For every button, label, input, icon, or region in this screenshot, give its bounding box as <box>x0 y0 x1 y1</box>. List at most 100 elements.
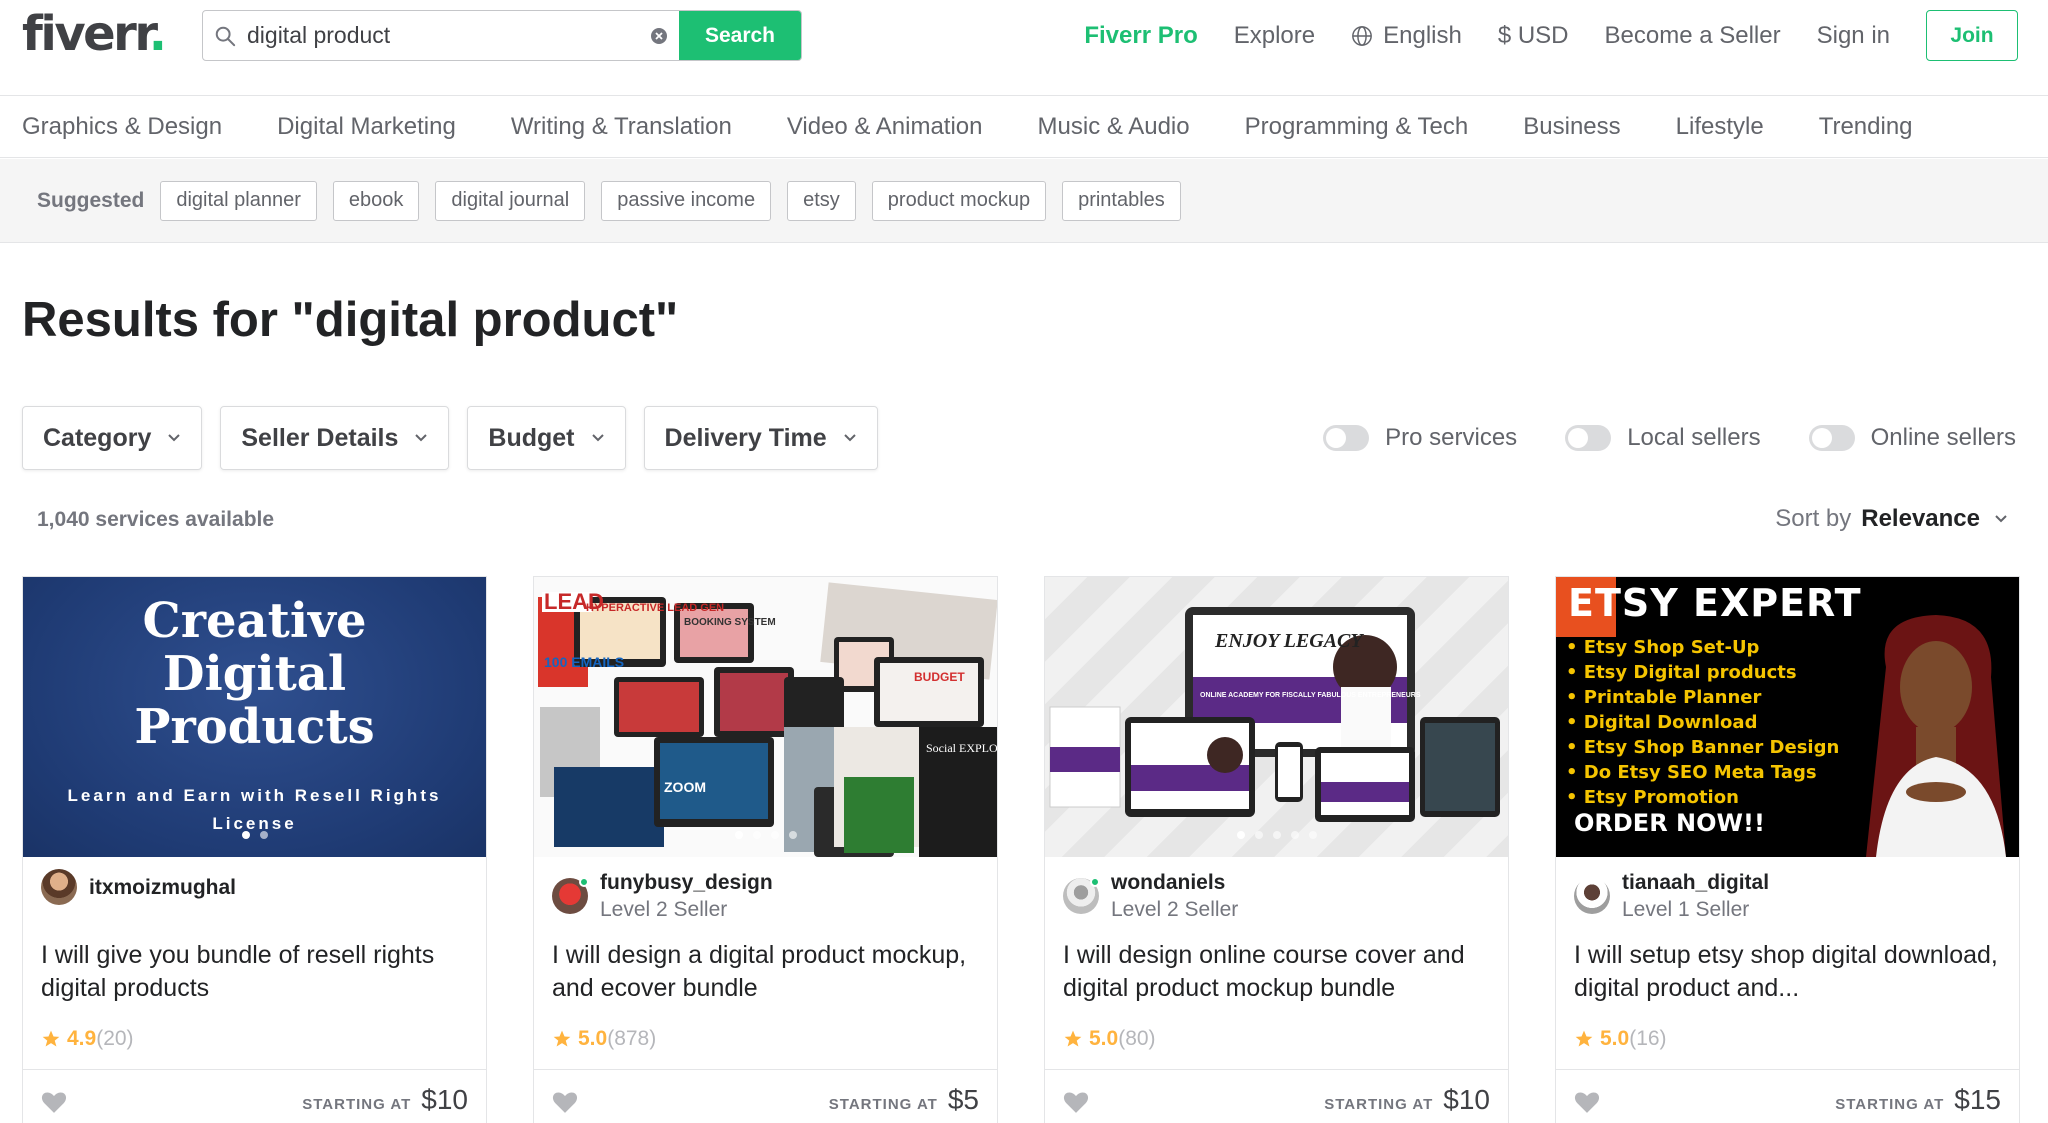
avatar[interactable] <box>1063 877 1100 914</box>
toggle-label: Online sellers <box>1870 424 2016 451</box>
gig-title[interactable]: I will design a digital product mockup, … <box>552 939 982 1005</box>
gig-image[interactable]: LEAD HYPERACTIVE LEAD GEN BOOKING SYSTEM… <box>534 577 997 857</box>
category-graphics-design[interactable]: Graphics & Design <box>22 113 222 141</box>
gig-title[interactable]: I will setup etsy shop digital download,… <box>1574 939 2004 1005</box>
carousel-dots[interactable] <box>23 831 486 839</box>
filter-delivery-time[interactable]: Delivery Time <box>643 406 878 470</box>
category-programming-tech[interactable]: Programming & Tech <box>1245 113 1469 141</box>
heart-icon[interactable] <box>41 1090 67 1114</box>
review-count: (80) <box>1118 1027 1156 1050</box>
gig-title[interactable]: I will design online course cover and di… <box>1063 939 1493 1005</box>
avatar[interactable] <box>41 869 77 905</box>
image-cta: ORDER NOW!! <box>1574 809 1765 837</box>
gig-card[interactable]: ETSY EXPERT • Etsy Shop Set-Up • Etsy Di… <box>1555 576 2020 1123</box>
mockup-text: ENJOY LEGACY <box>1214 630 1364 652</box>
suggested-chip[interactable]: etsy <box>787 180 856 221</box>
star-icon <box>1575 1030 1593 1047</box>
toggle-local-sellers[interactable]: Local sellers <box>1565 424 1761 452</box>
suggested-chip[interactable]: passive income <box>601 180 772 221</box>
fiverr-logo[interactable]: fiverr. <box>22 6 167 62</box>
gig-price[interactable]: STARTING AT $5 <box>829 1084 979 1116</box>
mockup-text: 100 EMAILS <box>544 654 624 670</box>
nav-currency[interactable]: $ USD <box>1498 22 1569 50</box>
carousel-dots[interactable] <box>1045 831 1508 839</box>
category-music-audio[interactable]: Music & Audio <box>1038 113 1190 141</box>
suggested-chip[interactable]: product mockup <box>871 180 1047 221</box>
suggested-chip[interactable]: digital journal <box>435 180 586 221</box>
price-amount: $10 <box>421 1084 468 1115</box>
toggle-online-sellers[interactable]: Online sellers <box>1808 424 2016 452</box>
search-input[interactable] <box>247 11 639 60</box>
mockup-text: BUDGET <box>914 670 965 684</box>
gig-title[interactable]: I will give you bundle of resell rights … <box>41 939 471 1005</box>
mockup-text: HYPERACTIVE LEAD GEN <box>586 602 724 614</box>
gig-card[interactable]: Creative Digital Products Learn and Earn… <box>22 576 487 1123</box>
heart-icon[interactable] <box>552 1090 578 1114</box>
seller-name[interactable]: funybusy_design <box>600 869 773 896</box>
seller-info[interactable]: tianaah_digital Level 1 Seller <box>1574 869 1769 923</box>
rating-value: 5.0 <box>1600 1027 1630 1050</box>
seller-name[interactable]: wondaniels <box>1111 869 1238 896</box>
suggested-chip[interactable]: printables <box>1062 180 1181 221</box>
suggested-chip[interactable]: ebook <box>332 180 420 221</box>
toggle-switch[interactable] <box>1323 425 1370 451</box>
seller-info[interactable]: itxmoizmughal <box>41 869 236 905</box>
gig-rating: 5.0 (80) <box>1063 1027 1156 1051</box>
seller-photo <box>1866 615 2006 857</box>
gig-price[interactable]: STARTING AT $15 <box>1835 1084 2001 1116</box>
category-video-animation[interactable]: Video & Animation <box>787 113 983 141</box>
seller-info[interactable]: wondaniels Level 2 Seller <box>1063 869 1238 923</box>
review-count: (878) <box>607 1027 657 1050</box>
category-digital-marketing[interactable]: Digital Marketing <box>277 113 456 141</box>
image-text: Products <box>134 699 375 755</box>
filter-category[interactable]: Category <box>22 406 203 470</box>
seller-name[interactable]: tianaah_digital <box>1622 869 1769 896</box>
clear-search-icon[interactable] <box>639 11 679 60</box>
seller-name[interactable]: itxmoizmughal <box>89 874 236 901</box>
category-trending[interactable]: Trending <box>1819 113 1913 141</box>
toggle-pro-services[interactable]: Pro services <box>1323 424 1517 452</box>
results-title: Results for "digital product" <box>22 293 679 347</box>
category-business[interactable]: Business <box>1523 113 1620 141</box>
gig-image[interactable]: Creative Digital Products Learn and Earn… <box>23 577 486 857</box>
top-nav: Fiverr Pro Explore English $ USD Become … <box>1048 10 2018 61</box>
chevron-down-icon <box>843 434 856 442</box>
mockup-text: BOOKING SYSTEM <box>684 617 776 628</box>
avatar[interactable] <box>552 877 589 914</box>
heart-icon[interactable] <box>1574 1090 1600 1114</box>
price-amount: $10 <box>1443 1084 1490 1115</box>
nav-fiverr-pro[interactable]: Fiverr Pro <box>1084 22 1197 50</box>
nav-explore[interactable]: Explore <box>1234 22 1315 50</box>
category-writing-translation[interactable]: Writing & Translation <box>511 113 732 141</box>
category-lifestyle[interactable]: Lifestyle <box>1676 113 1764 141</box>
starting-at-label: STARTING AT <box>828 1096 938 1113</box>
filter-seller-details[interactable]: Seller Details <box>220 406 450 470</box>
toggle-switch[interactable] <box>1565 425 1612 451</box>
nav-sign-in[interactable]: Sign in <box>1817 22 1890 50</box>
services-count: 1,040 services available <box>37 508 275 531</box>
suggested-label: Suggested <box>37 188 145 212</box>
nav-language[interactable]: English <box>1351 22 1462 50</box>
heart-icon[interactable] <box>1063 1090 1089 1114</box>
online-indicator <box>579 877 589 887</box>
gig-price[interactable]: STARTING AT $10 <box>302 1084 468 1116</box>
sort-dropdown[interactable]: Sort by Relevance <box>1775 505 2008 533</box>
suggested-chip[interactable]: digital planner <box>160 180 317 221</box>
sort-label: Sort by <box>1775 505 1852 532</box>
avatar[interactable] <box>1574 878 1610 914</box>
card-footer: STARTING AT $10 <box>1045 1069 1508 1123</box>
toggle-switch[interactable] <box>1808 425 1855 451</box>
search-button[interactable]: Search <box>679 11 801 60</box>
gig-price[interactable]: STARTING AT $10 <box>1324 1084 1490 1116</box>
join-button[interactable]: Join <box>1926 10 2018 61</box>
filter-budget[interactable]: Budget <box>467 406 626 470</box>
image-subtext: Learn and Earn with Resell Rights Licens… <box>67 786 442 833</box>
gig-image[interactable]: ENJOY LEGACY ONLINE ACADEMY FOR FISCALLY… <box>1045 577 1508 857</box>
gig-card[interactable]: ENJOY LEGACY ONLINE ACADEMY FOR FISCALLY… <box>1044 576 1509 1123</box>
gig-image[interactable]: ETSY EXPERT • Etsy Shop Set-Up • Etsy Di… <box>1556 577 2019 857</box>
gig-card[interactable]: LEAD HYPERACTIVE LEAD GEN BOOKING SYSTEM… <box>533 576 998 1123</box>
carousel-dots[interactable] <box>534 831 997 839</box>
seller-info[interactable]: funybusy_design Level 2 Seller <box>552 869 773 923</box>
star-icon <box>553 1030 571 1047</box>
nav-become-seller[interactable]: Become a Seller <box>1605 22 1781 50</box>
